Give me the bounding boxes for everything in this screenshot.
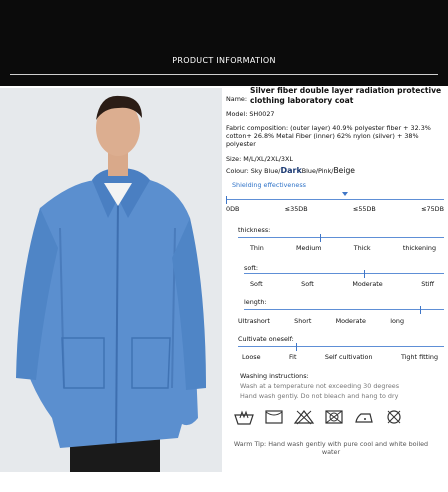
length-labels: Ultrashort Short Moderate long	[226, 317, 444, 325]
length-title: length:	[244, 298, 267, 306]
header-banner: PRODUCT INFORMATION	[0, 0, 448, 86]
length-label-4: long	[390, 317, 404, 325]
hand-wash-icon	[232, 408, 256, 426]
shielding-label-4: ≤75DB	[421, 205, 444, 213]
colour-beige: Beige	[333, 166, 355, 175]
product-photo	[0, 88, 222, 472]
cultivate-label-4: Tight fitting	[400, 353, 438, 361]
thickness-labels: Thin Medium Thick thickening	[226, 244, 444, 252]
no-tumble-dry-icon	[322, 408, 346, 426]
soft-label-3: Moderate	[352, 280, 383, 288]
thickness-label-3: Thick	[353, 244, 371, 252]
cultivate-labels: Loose Fit Self cultivation Tight fitting	[226, 353, 444, 361]
shielding-bar	[226, 196, 444, 204]
soft-labels: Soft Soft Moderate Stiff	[226, 280, 444, 288]
name-label: Name:	[226, 95, 248, 103]
low-iron-icon	[352, 408, 376, 426]
fabric-composition: Fabric composition: (outer layer) 40.9% …	[226, 124, 431, 148]
soft-label-1: Soft	[250, 280, 263, 288]
model-wearing-coat-image	[0, 88, 222, 472]
cultivate-bar	[238, 343, 444, 351]
care-icons	[232, 408, 406, 426]
cultivate-label-2: Fit	[288, 353, 297, 361]
colour-options: Colour: Sky Blue/DarkBlue/Pink/Beige	[226, 166, 355, 176]
colour-prefix: Colour: Sky Blue/	[226, 167, 281, 175]
thickness-label-2: Medium	[295, 244, 322, 252]
shielding-label-1: 0DB	[226, 205, 240, 213]
no-bleach-icon	[292, 408, 316, 426]
soft-label-4: Stiff	[421, 280, 434, 288]
thickness-label-1: Thin	[250, 244, 264, 252]
shielding-labels: 0DB ≤35DB ≤55DB ≤75DB	[226, 205, 444, 213]
soft-bar	[244, 270, 444, 278]
length-bar	[244, 306, 444, 314]
model-number: Model: SH0027	[226, 110, 275, 118]
thickness-title: thickness:	[238, 226, 271, 234]
shielding-label-2: ≤35DB	[284, 205, 308, 213]
length-label-3: Moderate	[335, 317, 366, 325]
length-label-2: Short	[294, 317, 312, 325]
spec-panel: Name: Silver fiber double layer radiatio…	[226, 86, 444, 472]
cultivate-label-1: Loose	[242, 353, 261, 361]
cultivate-title: Cultivate oneself:	[238, 335, 294, 343]
hang-dry-icon	[262, 408, 286, 426]
divider	[10, 74, 438, 75]
washing-line-1: Wash at a temperature not exceeding 30 d…	[240, 382, 400, 390]
length-label-1: Ultrashort	[238, 317, 270, 325]
soft-label-2: Soft	[301, 280, 314, 288]
warm-tip: Warm Tip: Hand wash gently with pure coo…	[233, 440, 429, 456]
shielding-label-3: ≤55DB	[352, 205, 376, 213]
shielding-title: Shielding effectiveness	[232, 181, 306, 189]
colour-dark: Dark	[280, 166, 302, 175]
colour-rest: Blue/Pink/	[301, 167, 334, 175]
dry-clean-icon	[382, 408, 406, 426]
product-name: Silver fiber double layer radiation prot…	[250, 86, 442, 105]
section-title: PRODUCT INFORMATION	[172, 56, 276, 65]
washing-title: Washing instructions:	[240, 372, 309, 380]
cultivate-label-3: Self cultivation	[324, 353, 373, 361]
thickness-bar	[238, 234, 444, 242]
washing-line-2: Hand wash gently. Do not bleach and hang…	[240, 392, 399, 400]
thickness-label-4: thickening	[402, 244, 436, 252]
size-options: Size: M/L/XL/2XL/3XL	[226, 155, 293, 163]
